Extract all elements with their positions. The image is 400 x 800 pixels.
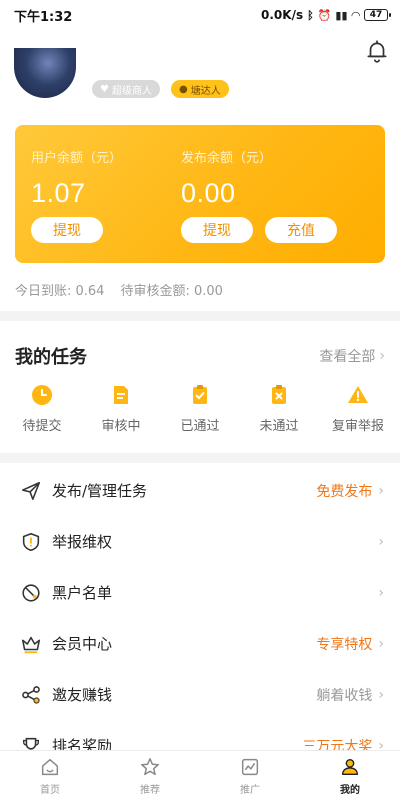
share-icon <box>22 685 40 704</box>
user-balance-value: 1.07 <box>31 178 86 208</box>
menu-hint-text: 专享特权 <box>316 636 373 653</box>
tab-recommend[interactable]: 推荐 <box>100 751 200 800</box>
chevron-right-icon: › <box>378 686 384 703</box>
chevron-right-icon: › <box>379 348 385 364</box>
document-icon <box>114 386 128 404</box>
menu-hint: 免费发布 › <box>316 481 384 501</box>
task-label: 未通过 <box>259 419 299 434</box>
tab-label: 首页 <box>40 784 60 796</box>
task-failed[interactable]: 未通过 <box>241 383 317 434</box>
menu-hint: › <box>378 534 384 550</box>
paper-plane-icon <box>21 481 41 500</box>
publish-balance: 发布余额（元） 0.00 <box>181 147 272 209</box>
ban-icon <box>22 583 40 602</box>
signal-icon: ▮▮ <box>335 8 348 22</box>
publish-withdraw-button[interactable]: 提现 <box>181 217 253 243</box>
bottom-tab-bar: 首页 推荐 推广 我的 <box>0 750 400 800</box>
task-label: 已通过 <box>180 419 220 434</box>
heart-icon: ♥ <box>100 83 109 95</box>
menu-label: 发布/管理任务 <box>52 482 148 500</box>
pig-icon: ● <box>179 83 188 95</box>
status-time: 下午1:32 <box>14 9 73 25</box>
user-balance: 用户余额（元） 1.07 <box>31 147 122 209</box>
pending-review-amount: 待审核金额: 0.00 <box>120 284 223 299</box>
warning-icon <box>348 386 368 403</box>
tasks-header: 我的任务 查看全部 › <box>15 343 385 369</box>
view-all-link[interactable]: 查看全部 › <box>319 346 385 366</box>
task-label: 复审举报 <box>331 419 384 434</box>
publish-balance-label: 发布余额（元） <box>181 151 273 166</box>
profile-header: ♥ 超级商人 ● 塘达人 <box>0 48 400 110</box>
balance-card: 用户余额（元） 1.07 发布余额（元） 0.00 提现 提现 充值 <box>15 125 385 263</box>
star-icon <box>141 757 159 775</box>
withdraw-button[interactable]: 提现 <box>31 217 103 243</box>
tab-home[interactable]: 首页 <box>0 751 100 800</box>
menu-hint: 躺着收钱 › <box>316 685 384 705</box>
menu-item-member-center[interactable]: 会员中心 专享特权 › <box>0 618 400 669</box>
menu-label: 黑户名单 <box>52 584 113 602</box>
chevron-right-icon: › <box>378 584 384 601</box>
view-all-label: 查看全部 <box>319 349 376 365</box>
tab-label: 推广 <box>240 784 260 796</box>
menu-label: 举报维权 <box>52 533 113 551</box>
menu-hint: › <box>378 585 384 601</box>
menu-list: 发布/管理任务 免费发布 › 举报维权 › 黑户名单 › 会员中心 专享特权 ›… <box>0 465 400 771</box>
check-clipboard-icon <box>193 385 207 404</box>
clock-icon <box>32 385 52 405</box>
crown-icon <box>21 636 41 653</box>
badge-super-label: 超级商人 <box>111 85 152 97</box>
battery-icon: 47 <box>364 9 391 21</box>
status-icons: 0.0K/s ᛒ ⏰ ▮▮ ◠ 47 <box>261 8 391 22</box>
task-passed[interactable]: 已通过 <box>162 383 238 434</box>
badge-talent: ● 塘达人 <box>171 80 229 98</box>
today-arrived: 今日到账: 0.64 <box>15 284 105 299</box>
menu-hint: 专享特权 › <box>316 634 384 654</box>
section-divider <box>0 311 400 321</box>
network-speed: 0.0K/s <box>261 8 304 22</box>
task-re-review-report[interactable]: 复审举报 <box>320 383 396 434</box>
menu-label: 邀友赚钱 <box>52 686 113 704</box>
task-pending-submit[interactable]: 待提交 <box>4 383 80 434</box>
menu-hint-text: 免费发布 <box>316 483 373 500</box>
avatar[interactable] <box>14 48 76 98</box>
chevron-right-icon: › <box>378 635 384 652</box>
task-status-row: 待提交 审核中 已通过 未通过 复审举报 <box>0 383 400 434</box>
menu-item-publish-manage[interactable]: 发布/管理任务 免费发布 › <box>0 465 400 516</box>
tasks-title: 我的任务 <box>15 347 87 368</box>
tab-promote[interactable]: 推广 <box>200 751 300 800</box>
publish-balance-value: 0.00 <box>181 178 236 208</box>
status-bar: 下午1:32 0.0K/s ᛒ ⏰ ▮▮ ◠ 47 <box>0 0 400 30</box>
user-icon <box>341 758 359 775</box>
alarm-icon: ⏰ <box>317 8 332 22</box>
chart-icon <box>241 758 259 775</box>
menu-item-invite-friends[interactable]: 邀友赚钱 躺着收钱 › <box>0 669 400 720</box>
recharge-button[interactable]: 充值 <box>265 217 337 243</box>
balance-summary: 今日到账: 0.64 待审核金额: 0.00 <box>15 280 223 299</box>
chevron-right-icon: › <box>378 533 384 550</box>
cross-clipboard-icon <box>272 385 286 404</box>
badge-super-merchant: ♥ 超级商人 <box>92 80 160 98</box>
home-icon <box>41 758 59 775</box>
tab-label: 我的 <box>340 784 360 796</box>
tab-label: 推荐 <box>140 784 160 796</box>
task-label: 审核中 <box>101 419 141 434</box>
section-divider <box>0 453 400 463</box>
user-balance-label: 用户余额（元） <box>31 151 123 166</box>
tab-mine[interactable]: 我的 <box>300 751 400 800</box>
menu-item-report-rights[interactable]: 举报维权 › <box>0 516 400 567</box>
shield-icon <box>22 532 40 551</box>
bluetooth-icon: ᛒ <box>307 8 314 22</box>
menu-hint-text: 躺着收钱 <box>316 687 373 704</box>
menu-item-blacklist[interactable]: 黑户名单 › <box>0 567 400 618</box>
task-label: 待提交 <box>22 419 62 434</box>
menu-label: 会员中心 <box>52 635 113 653</box>
wifi-icon: ◠ <box>351 8 360 22</box>
chevron-right-icon: › <box>378 482 384 499</box>
badge-talent-label: 塘达人 <box>190 85 221 97</box>
task-under-review[interactable]: 审核中 <box>83 383 159 434</box>
